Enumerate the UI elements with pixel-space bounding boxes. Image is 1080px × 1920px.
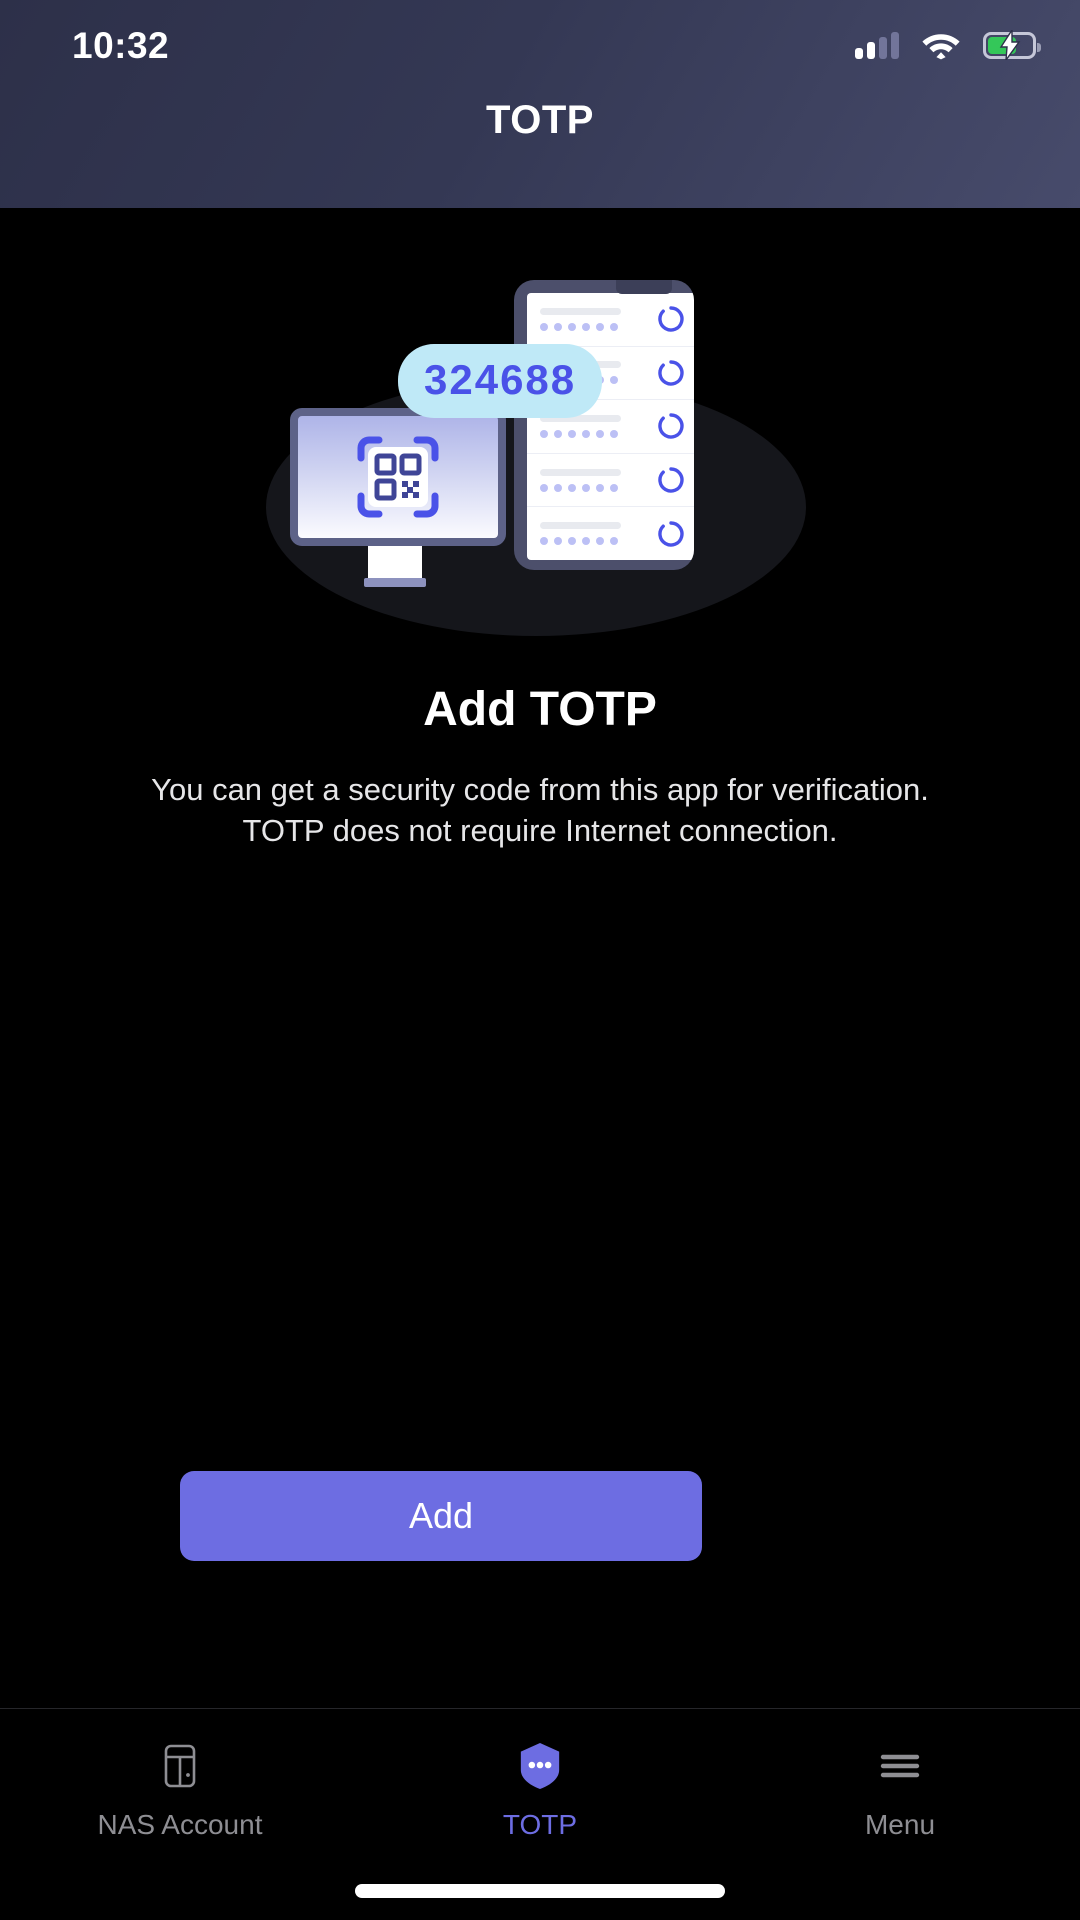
tab-nas-account[interactable]: NAS Account — [0, 1737, 360, 1841]
page-title: TOTP — [486, 98, 594, 142]
tab-totp[interactable]: TOTP — [360, 1737, 720, 1841]
countdown-ring-icon — [658, 520, 684, 547]
signal-bars-icon — [855, 31, 899, 59]
tab-label-totp: TOTP — [502, 1809, 578, 1840]
hamburger-menu-icon — [876, 1737, 924, 1795]
charging-bolt-icon — [999, 30, 1020, 60]
monitor-foot — [364, 578, 426, 587]
countdown-ring-icon — [658, 360, 684, 386]
page-description: You can get a security code from this ap… — [151, 772, 929, 849]
home-indicator[interactable] — [355, 1884, 725, 1898]
add-button[interactable]: Add — [180, 1471, 702, 1561]
totp-devices-illustration: 324688 — [260, 260, 820, 640]
battery-charging-icon — [983, 30, 1041, 60]
phone-list-row — [527, 454, 694, 508]
tab-label-menu: Menu — [864, 1809, 936, 1840]
qr-code-scan-icon — [357, 436, 439, 518]
wifi-icon — [922, 33, 960, 59]
countdown-ring-icon — [658, 306, 684, 332]
countdown-ring-icon — [658, 413, 684, 440]
countdown-ring-icon — [658, 467, 684, 493]
phone-notch — [616, 280, 672, 294]
monitor-illustration — [290, 408, 506, 546]
status-bar: 10:32 — [0, 0, 1080, 90]
phone-screen — [527, 293, 694, 560]
tab-label-nas-account: NAS Account — [97, 1809, 263, 1840]
phone-list-row — [527, 293, 694, 347]
phone-list-row — [527, 507, 694, 560]
status-bar-icons — [855, 30, 1041, 60]
phone-illustration — [514, 280, 694, 570]
nas-server-icon — [156, 1737, 204, 1795]
status-bar-time: 10:32 — [72, 24, 170, 66]
app-header: 10:32 TOTP — [0, 0, 1080, 208]
main-content: 324688 Add TOTP You can get a security c… — [0, 208, 1080, 1708]
shield-dots-icon — [517, 1737, 563, 1795]
app-screen: 10:32 TOTP 324688 Add TOTP You can get a… — [0, 0, 1080, 1920]
monitor-stand — [368, 546, 422, 580]
tab-menu[interactable]: Menu — [720, 1737, 1080, 1841]
totp-code-pill: 324688 — [398, 344, 603, 418]
page-heading: Add TOTP — [423, 683, 657, 736]
